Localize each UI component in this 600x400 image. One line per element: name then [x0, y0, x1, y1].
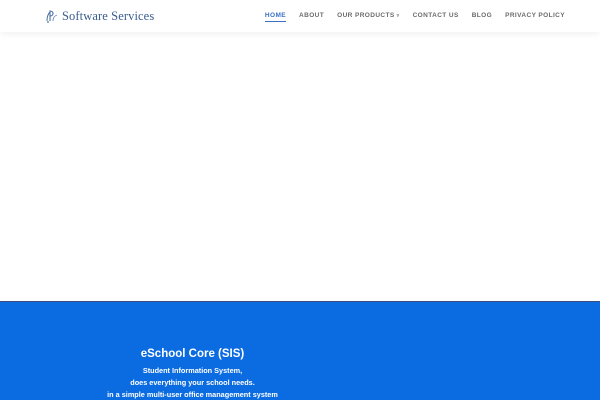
brand-name: Software Services [62, 8, 155, 23]
nav-our-products-label: OUR PRODUCTS [337, 12, 395, 19]
site-header: Software Services HOME ABOUT OUR PRODUCT… [0, 0, 600, 32]
logo[interactable]: Software Services [44, 8, 154, 24]
nav-privacy-policy[interactable]: PRIVACY POLICY [505, 12, 565, 19]
nav-contact-us[interactable]: CONTACT US [413, 12, 459, 19]
hero-line-1: Student Information System, [142, 366, 243, 375]
caret-down-icon: ▿ [396, 13, 400, 19]
nav-blog[interactable]: BLOG [472, 12, 492, 19]
hero-banner: eSchool Core (SIS) Student Information S… [0, 301, 600, 400]
nav-our-products[interactable]: OUR PRODUCTS ▿ [337, 12, 399, 19]
nav-about[interactable]: ABOUT [299, 12, 324, 19]
hero-line-2: does everything your school needs. [130, 378, 255, 387]
hero-title: eSchool Core (SIS) [140, 348, 245, 360]
nav-home[interactable]: HOME [264, 12, 287, 22]
main-nav: HOME ABOUT OUR PRODUCTS ▿ CONTACT US BLOG… [264, 12, 565, 22]
hero-line-3: in a simple multi-user office management… [107, 390, 278, 399]
sp-logo-icon [46, 10, 58, 23]
